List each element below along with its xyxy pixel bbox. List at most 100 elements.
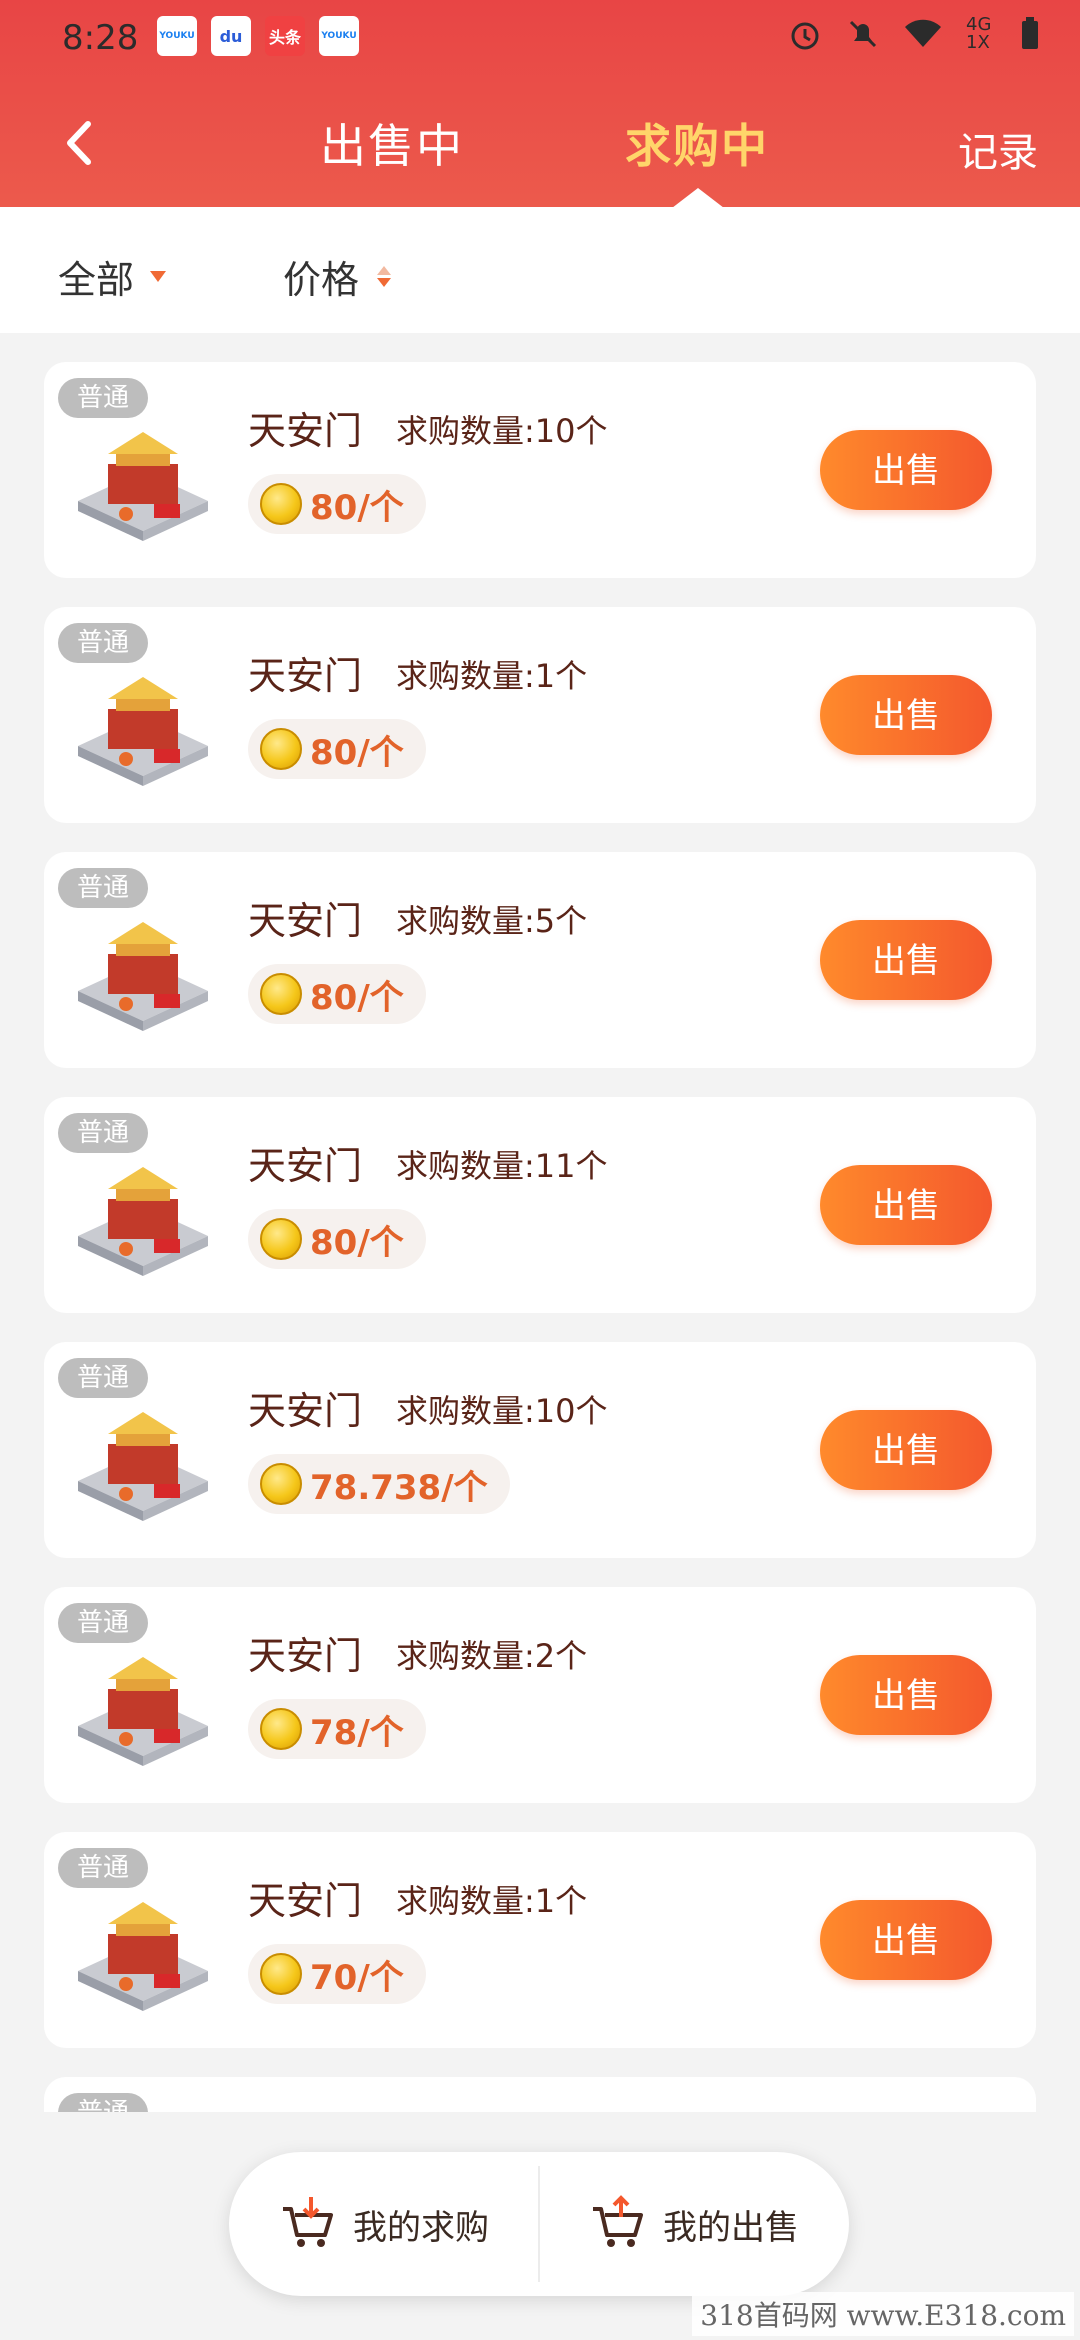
toutiao-app-icon: 头条 xyxy=(265,16,305,56)
sell-button[interactable]: 出售 xyxy=(820,920,992,1000)
unit-price: 80/个 xyxy=(310,977,404,1018)
my-buy-orders-button[interactable]: 我的求购 xyxy=(229,2152,539,2296)
wanted-quantity: 求购数量:10个 xyxy=(396,1392,608,1430)
tab-buying[interactable]: 求购中 xyxy=(625,110,769,176)
nav-bar: 出售中 求购中 记录 xyxy=(0,100,1080,208)
tier-badge: 普通 xyxy=(58,1358,148,1398)
tiananmen-thumbnail-icon xyxy=(78,432,208,541)
coin-icon xyxy=(260,973,302,1015)
status-indicators: 4G 1X xyxy=(788,16,1040,52)
tier-badge: 普通 xyxy=(58,623,148,663)
tiananmen-thumbnail-icon xyxy=(78,922,208,1031)
cart-download-icon xyxy=(283,2197,333,2247)
item-name: 天安门 xyxy=(248,1144,363,1188)
price-pill: 70/个 xyxy=(248,1944,426,2004)
wanted-quantity: 求购数量:10个 xyxy=(396,412,608,450)
unit-price: 80/个 xyxy=(310,732,404,773)
order-card: 普通 天安门 求购数量:1个 80/个 出售 xyxy=(44,607,1036,823)
record-button[interactable]: 记录 xyxy=(958,120,1038,178)
item-name: 天安门 xyxy=(248,409,363,453)
wanted-quantity: 求购数量:2个 xyxy=(396,1637,588,1675)
notification-app-icons: YOUKU du 头条 YOUKU xyxy=(157,16,359,56)
filter-bar: 全部 价格 xyxy=(0,207,1080,333)
item-name: 天安门 xyxy=(248,1879,363,1923)
watermark: 318首码网 www.E318.com xyxy=(692,2292,1074,2336)
caret-down-icon xyxy=(150,271,167,282)
price-pill: 80/个 xyxy=(248,719,426,779)
tier-badge: 普通 xyxy=(58,2093,148,2112)
unit-price: 80/个 xyxy=(310,1222,404,1263)
coin-icon xyxy=(260,1463,302,1505)
coin-icon xyxy=(260,1708,302,1750)
battery-icon xyxy=(1022,17,1038,49)
coin-icon xyxy=(260,1953,302,1995)
bottom-action-panel: 我的求购 我的出售 xyxy=(229,2152,849,2296)
buy-order-list: 普通 天安门 求购数量:10个 80/个 出售 普通 天安门 求购数量:1个 8… xyxy=(44,362,1036,2112)
sort-icon xyxy=(377,266,392,287)
tiananmen-thumbnail-icon xyxy=(78,677,208,786)
tier-badge: 普通 xyxy=(58,868,148,908)
sell-button[interactable]: 出售 xyxy=(820,430,992,510)
sell-button[interactable]: 出售 xyxy=(820,1165,992,1245)
active-tab-indicator xyxy=(672,188,724,208)
item-name: 天安门 xyxy=(248,1634,363,1678)
order-card: 普通 天安门 求购数量:10个 80/个 出售 xyxy=(44,362,1036,578)
order-card: 普通 天安门 求购数量:10个 78.738/个 出售 xyxy=(44,1342,1036,1558)
tiananmen-thumbnail-icon xyxy=(78,1412,208,1521)
order-card: 普通 天安门 求购数量:2个 78/个 出售 xyxy=(44,1587,1036,1803)
wifi-icon xyxy=(905,19,941,47)
tier-badge: 普通 xyxy=(58,1848,148,1888)
sell-button[interactable]: 出售 xyxy=(820,1900,992,1980)
sell-button[interactable]: 出售 xyxy=(820,675,992,755)
price-pill: 80/个 xyxy=(248,1209,426,1269)
youku-app-icon: YOUKU xyxy=(157,16,197,56)
coin-icon xyxy=(260,483,302,525)
wanted-quantity: 求购数量:5个 xyxy=(396,902,588,940)
unit-price: 78/个 xyxy=(310,1712,404,1753)
item-name: 天安门 xyxy=(248,1389,363,1433)
unit-price: 70/个 xyxy=(310,1957,404,1998)
alarm-icon xyxy=(791,22,819,50)
price-pill: 80/个 xyxy=(248,474,426,534)
coin-icon xyxy=(260,1218,302,1260)
back-arrow-icon[interactable] xyxy=(60,118,100,168)
mute-bell-icon xyxy=(849,20,877,48)
sell-button[interactable]: 出售 xyxy=(820,1410,992,1490)
my-sell-orders-label: 我的出售 xyxy=(663,2207,799,2248)
my-buy-orders-label: 我的求购 xyxy=(353,2207,489,2248)
my-sell-orders-button[interactable]: 我的出售 xyxy=(539,2152,849,2296)
item-name: 天安门 xyxy=(248,899,363,943)
youku-app-icon: YOUKU xyxy=(319,16,359,56)
filter-price-sort[interactable]: 价格 xyxy=(283,249,392,304)
price-pill: 80/个 xyxy=(248,964,426,1024)
sell-button[interactable]: 出售 xyxy=(820,1655,992,1735)
order-card: 普通 天安门 求购数量:1个 70/个 出售 xyxy=(44,1832,1036,2048)
status-time: 8:28 xyxy=(62,18,139,58)
wanted-quantity: 求购数量:11个 xyxy=(396,1147,608,1185)
header: 8:28 YOUKU du 头条 YOUKU 4G 1X 出售中 求购中 记录 xyxy=(0,0,1080,208)
order-card: 普通 天安门 求购数量:11个 80/个 出售 xyxy=(44,1097,1036,1313)
filter-all-label: 全部 xyxy=(58,258,135,302)
unit-price: 80/个 xyxy=(310,487,404,528)
tier-badge: 普通 xyxy=(58,1113,148,1153)
tab-selling[interactable]: 出售中 xyxy=(320,110,464,176)
price-pill: 78.738/个 xyxy=(248,1454,510,1514)
order-card: 普通 天安门 求购数量:5个 80/个 出售 xyxy=(44,852,1036,1068)
tiananmen-thumbnail-icon xyxy=(78,1657,208,1766)
filter-all[interactable]: 全部 xyxy=(58,249,167,304)
tier-badge: 普通 xyxy=(58,1603,148,1643)
wanted-quantity: 求购数量:1个 xyxy=(396,657,588,695)
order-card: 普通 xyxy=(44,2077,1036,2112)
cart-upload-icon xyxy=(593,2195,643,2247)
baidu-app-icon: du xyxy=(211,16,251,56)
wanted-quantity: 求购数量:1个 xyxy=(396,1882,588,1920)
item-name: 天安门 xyxy=(248,654,363,698)
price-pill: 78/个 xyxy=(248,1699,426,1759)
tier-badge: 普通 xyxy=(58,378,148,418)
status-bar: 8:28 YOUKU du 头条 YOUKU 4G 1X xyxy=(0,0,1080,80)
network-type: 4G 1X xyxy=(966,14,992,53)
tiananmen-thumbnail-icon xyxy=(78,1902,208,2011)
coin-icon xyxy=(260,728,302,770)
tiananmen-thumbnail-icon xyxy=(78,1167,208,1276)
unit-price: 78.738/个 xyxy=(310,1467,488,1508)
